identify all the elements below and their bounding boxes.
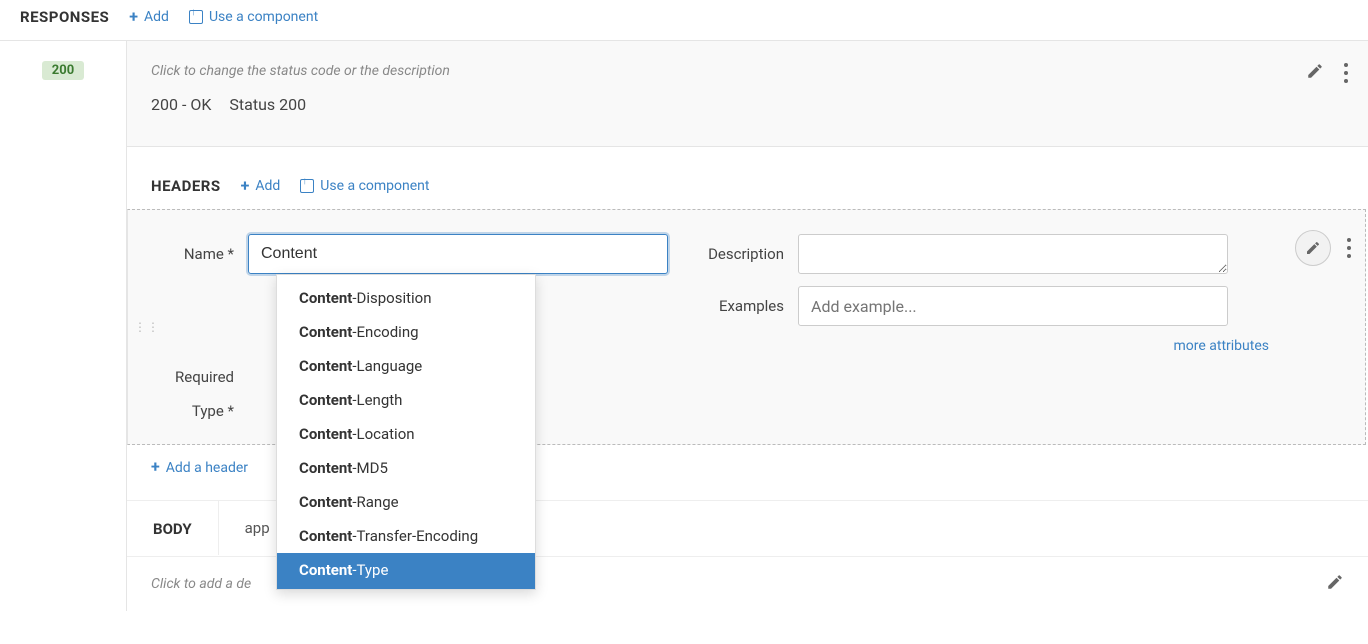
status-code-text: 200 - OK	[151, 95, 211, 114]
header-form-panel: ⋮⋮ Name * Description Examples	[127, 209, 1366, 445]
autocomplete-item[interactable]: Content-Range	[277, 485, 535, 519]
edit-header-button[interactable]	[1295, 230, 1331, 266]
headers-use-component-button[interactable]: Use a component	[300, 178, 429, 194]
status-hint[interactable]: Click to change the status code or the d…	[151, 63, 1344, 79]
headers-header: HEADERS Add Use a component	[127, 147, 1368, 209]
more-header-icon[interactable]	[1347, 236, 1351, 260]
autocomplete-item[interactable]: Content-Disposition	[277, 275, 535, 315]
autocomplete-item[interactable]: Content-MD5	[277, 451, 535, 485]
examples-label: Examples	[698, 297, 798, 315]
autocomplete-item[interactable]: Content-Type	[277, 553, 535, 589]
edit-icon[interactable]	[1306, 62, 1324, 84]
status-description: Status 200	[229, 95, 306, 114]
edit-body-icon[interactable]	[1326, 573, 1344, 595]
autocomplete-item[interactable]: Content-Location	[277, 417, 535, 451]
plus-icon	[151, 459, 160, 476]
status-panel: Click to change the status code or the d…	[127, 41, 1368, 147]
autocomplete-item[interactable]: Content-Length	[277, 383, 535, 417]
use-component-icon	[300, 179, 314, 193]
autocomplete-item[interactable]: Content-Language	[277, 349, 535, 383]
name-label: Name *	[148, 245, 248, 263]
headers-add-button[interactable]: Add	[241, 178, 281, 195]
more-attributes-link[interactable]: more attributes	[698, 338, 1269, 354]
name-input[interactable]	[248, 234, 668, 274]
responses-title: RESPONSES	[20, 8, 109, 26]
headers-title: HEADERS	[151, 177, 221, 195]
use-component-icon	[189, 10, 203, 24]
body-hint[interactable]: Click to add a de	[151, 576, 251, 592]
name-autocomplete-dropdown: Content-DispositionContent-EncodingConte…	[276, 274, 536, 590]
add-a-header-button[interactable]: Add a header	[151, 459, 248, 476]
body-title: BODY	[127, 502, 218, 556]
autocomplete-item[interactable]: Content-Transfer-Encoding	[277, 519, 535, 553]
description-label: Description	[698, 245, 798, 263]
responses-add-button[interactable]: Add	[129, 9, 169, 26]
responses-use-component-button[interactable]: Use a component	[189, 9, 318, 25]
required-label: Required	[148, 368, 248, 386]
drag-handle-icon[interactable]: ⋮⋮	[134, 320, 160, 334]
autocomplete-item[interactable]: Content-Encoding	[277, 315, 535, 349]
description-input[interactable]	[798, 234, 1228, 274]
plus-icon	[241, 178, 250, 195]
type-label: Type *	[148, 402, 248, 420]
more-icon[interactable]	[1344, 61, 1348, 85]
plus-icon	[129, 9, 138, 26]
status-badge[interactable]: 200	[42, 61, 84, 80]
examples-input[interactable]	[798, 286, 1228, 326]
responses-header: RESPONSES Add Use a component	[0, 0, 1368, 41]
status-sidebar: 200	[0, 41, 126, 611]
